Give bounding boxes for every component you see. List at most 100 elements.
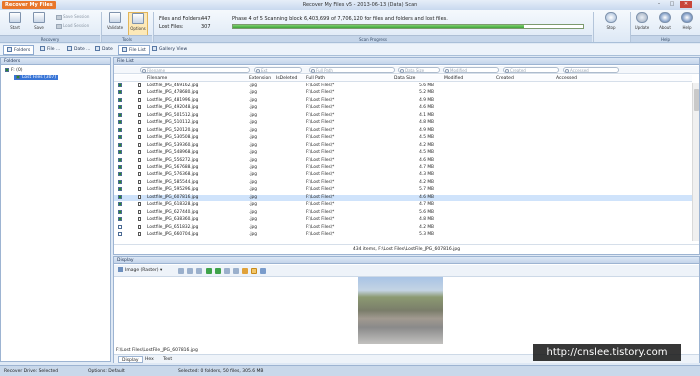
row-checkbox[interactable]: [118, 157, 124, 165]
table-row[interactable]: Lostfile_JPG_492048.jpg .jpg F:\Lost Files…: [114, 105, 692, 112]
about-button[interactable]: About: [655, 12, 675, 36]
app-menu-button[interactable]: Recover My Files: [2, 1, 56, 9]
save-session-button[interactable]: Save Session: [56, 13, 89, 21]
table-row[interactable]: Lostfile_JPG_520120.jpg .jpg F:\Lost Files…: [114, 127, 692, 135]
row-checkbox[interactable]: [118, 90, 124, 97]
mirror-icon[interactable]: [233, 268, 239, 274]
cell-full-path: F:\Lost Files\*: [306, 157, 335, 163]
zoom-out-icon[interactable]: [178, 268, 184, 274]
row-checkbox[interactable]: [118, 194, 124, 202]
tab-gallery-view[interactable]: Gallery View: [149, 45, 190, 55]
filter-accessed[interactable]: Accessed: [563, 67, 619, 73]
row-checkbox[interactable]: [118, 83, 124, 90]
scrollbar-thumb[interactable]: [694, 89, 699, 111]
start-button[interactable]: Start: [5, 12, 25, 36]
tab-file-list[interactable]: File List: [118, 45, 150, 55]
row-checkbox[interactable]: [118, 97, 124, 105]
tab-folders[interactable]: Folders: [3, 45, 35, 55]
filter-data-size[interactable]: Data Size: [398, 67, 440, 73]
file-list-scrollbar[interactable]: [692, 83, 699, 241]
maximize-button[interactable]: □: [666, 1, 678, 8]
row-checkbox[interactable]: [118, 217, 124, 224]
table-row[interactable]: Lostfile_JPG_638360.jpg .jpg F:\Lost Files…: [114, 217, 692, 224]
row-checkbox[interactable]: [118, 209, 124, 217]
table-row[interactable]: Lostfile_JPG_627440.jpg .jpg F:\Lost Files…: [114, 209, 692, 217]
row-checkbox[interactable]: [118, 120, 124, 127]
tree-item-root[interactable]: F: (0): [5, 68, 23, 73]
checkbox-icon: [118, 209, 122, 214]
filter-full-path[interactable]: Full Path: [309, 67, 395, 73]
display-mode-dropdown[interactable]: Image (Raster) ▾: [118, 267, 162, 275]
row-checkbox[interactable]: [118, 179, 124, 187]
rotate-right-icon[interactable]: [215, 268, 221, 274]
close-button[interactable]: ✕: [680, 1, 692, 8]
col-modified[interactable]: Modified: [444, 75, 463, 82]
table-row[interactable]: Lostfile_JPG_607816.jpg .jpg F:\Lost Files…: [114, 194, 692, 202]
tree-item-lost-files[interactable]: Lost Files (307): [14, 75, 59, 80]
table-row[interactable]: Lostfile_JPG_501512.jpg .jpg F:\Lost Files…: [114, 112, 692, 120]
cell-extension: .jpg: [249, 187, 258, 193]
row-checkbox[interactable]: [118, 142, 124, 150]
table-row[interactable]: Lostfile_JPG_481996.jpg .jpg F:\Lost Files…: [114, 97, 692, 105]
row-checkbox[interactable]: [118, 187, 124, 194]
table-row[interactable]: Lostfile_JPG_548968.jpg .jpg F:\Lost Files…: [114, 150, 692, 157]
table-row[interactable]: Lostfile_JPG_595296.jpg .jpg F:\Lost Files…: [114, 187, 692, 194]
tab-date-modified[interactable]: Date ...: [64, 45, 93, 55]
zoom-in-icon[interactable]: [187, 268, 193, 274]
row-checkbox[interactable]: [118, 105, 124, 112]
col-filename[interactable]: Filename: [147, 75, 167, 82]
rotate-left-icon[interactable]: [206, 268, 212, 274]
lost-files-checkbox[interactable]: [16, 75, 20, 79]
minimize-button[interactable]: –: [653, 1, 665, 8]
stop-button[interactable]: Stop: [598, 12, 624, 36]
fullscreen-icon[interactable]: [260, 268, 266, 274]
col-created[interactable]: Created: [496, 75, 514, 82]
table-row[interactable]: Lostfile_JPG_539360.jpg .jpg F:\Lost Files…: [114, 142, 692, 150]
options-button[interactable]: Options: [128, 12, 148, 36]
table-row[interactable]: Lostfile_JPG_556272.jpg .jpg F:\Lost Files…: [114, 157, 692, 165]
tab-date[interactable]: Date: [92, 45, 116, 55]
actual-size-icon[interactable]: [251, 268, 257, 274]
col-isdeleted[interactable]: IsDeleted: [276, 75, 297, 82]
table-row[interactable]: Lostfile_JPG_567688.jpg .jpg F:\Lost Files…: [114, 164, 692, 172]
root-checkbox[interactable]: [5, 68, 9, 72]
fit-window-icon[interactable]: [242, 268, 248, 274]
row-checkbox[interactable]: [118, 150, 124, 157]
filter-created[interactable]: Created: [503, 67, 559, 73]
row-checkbox[interactable]: [118, 202, 124, 209]
table-row[interactable]: Lostfile_JPG_651832.jpg .jpg F:\Lost Files…: [114, 224, 692, 232]
col-data-size[interactable]: Data Size: [394, 75, 415, 82]
filter-filename[interactable]: Filename: [140, 67, 250, 73]
tab-display[interactable]: Display: [118, 356, 143, 363]
update-button[interactable]: Update: [632, 12, 652, 36]
table-row[interactable]: Lostfile_JPG_660704.jpg .jpg F:\Lost Files…: [114, 232, 692, 239]
filter-extension[interactable]: Ext: [254, 67, 302, 73]
flip-icon[interactable]: [224, 268, 230, 274]
row-checkbox[interactable]: [118, 172, 124, 179]
row-checkbox[interactable]: [118, 135, 124, 142]
table-row[interactable]: Lostfile_JPG_478680.jpg .jpg F:\Lost Files…: [114, 90, 692, 97]
help-button[interactable]: Help: [677, 12, 697, 36]
row-checkbox[interactable]: [118, 224, 124, 232]
row-checkbox[interactable]: [118, 127, 124, 135]
save-button[interactable]: Save: [29, 12, 49, 36]
col-full-path[interactable]: Full Path: [306, 75, 325, 82]
zoom-fit-icon[interactable]: [196, 268, 202, 274]
table-row[interactable]: Lostfile_JPG_510112.jpg .jpg F:\Lost Files…: [114, 120, 692, 127]
tab-file-type[interactable]: File ...: [37, 45, 63, 55]
filter-modified[interactable]: Modified: [443, 67, 499, 73]
load-session-button[interactable]: Load Session: [56, 22, 89, 30]
col-accessed[interactable]: Accessed: [556, 75, 577, 82]
row-checkbox[interactable]: [118, 164, 124, 172]
row-checkbox[interactable]: [118, 232, 124, 239]
table-row[interactable]: Lostfile_JPG_585544.jpg .jpg F:\Lost Files…: [114, 179, 692, 187]
tab-hex[interactable]: Hex: [142, 356, 157, 363]
tab-text[interactable]: Text: [160, 356, 175, 363]
validate-button[interactable]: Validate: [105, 12, 125, 36]
table-row[interactable]: Lostfile_JPG_618328.jpg .jpg F:\Lost Files…: [114, 202, 692, 209]
row-checkbox[interactable]: [118, 112, 124, 120]
table-row[interactable]: Lostfile_JPG_576368.jpg .jpg F:\Lost Files…: [114, 172, 692, 179]
table-row[interactable]: Lostfile_JPG_469162.jpg .jpg F:\Lost Files…: [114, 83, 692, 90]
col-extension[interactable]: Extension: [249, 75, 271, 82]
table-row[interactable]: Lostfile_JPG_530508.jpg .jpg F:\Lost Files…: [114, 135, 692, 142]
